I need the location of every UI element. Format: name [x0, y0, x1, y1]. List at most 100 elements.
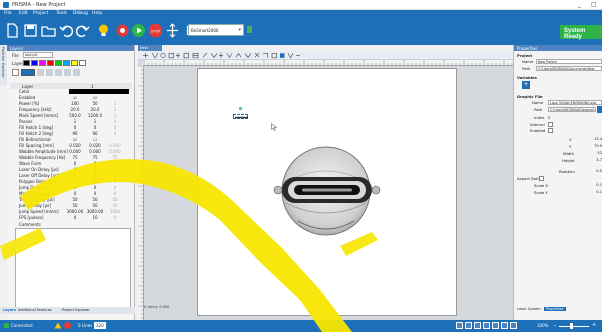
property-value[interactable]: 0: [85, 185, 105, 190]
play-icon[interactable]: [131, 23, 146, 38]
view-button-5[interactable]: [492, 322, 499, 329]
property-value[interactable]: 0.020: [85, 143, 105, 148]
laser-mark-icon[interactable]: [115, 23, 130, 38]
property-value[interactable]: ☐: [85, 137, 105, 142]
property-value[interactable]: 75: [65, 155, 85, 160]
scale-x-value[interactable]: 0.1: [588, 183, 602, 187]
tab-laser-system[interactable]: Laser System: [517, 307, 541, 311]
property-value[interactable]: 75: [105, 155, 125, 160]
property-value[interactable]: 3: [105, 113, 125, 118]
property-value[interactable]: 50: [105, 197, 125, 202]
browse-file-button[interactable]: [597, 106, 602, 113]
property-value[interactable]: 0: [85, 179, 105, 184]
layer-tool-3-icon[interactable]: [55, 69, 62, 76]
width-value[interactable]: 52: [588, 151, 602, 155]
property-value[interactable]: 1200.0: [85, 113, 105, 118]
property-value[interactable]: 50: [65, 203, 85, 208]
tab-project-explorer[interactable]: Project Explorer: [62, 308, 90, 312]
property-value[interactable]: 0: [105, 179, 125, 184]
property-value[interactable]: 100: [65, 101, 85, 106]
swatch-yellow[interactable]: [71, 60, 78, 66]
property-value[interactable]: 1: [85, 119, 105, 124]
property-value[interactable]: 50: [85, 101, 105, 106]
property-value[interactable]: 4: [105, 119, 125, 124]
property-value[interactable]: 0: [65, 185, 85, 190]
layer-tool-1-icon[interactable]: [37, 69, 44, 76]
swatch-blue[interactable]: [31, 60, 38, 66]
stop-icon[interactable]: STOP: [148, 23, 163, 38]
layer-tool-4-icon[interactable]: [64, 69, 71, 76]
move-axis-icon[interactable]: [165, 23, 180, 38]
property-value[interactable]: 0: [85, 125, 105, 130]
swatch-red[interactable]: [47, 60, 54, 66]
file-field[interactable]: last.prt: [23, 52, 53, 58]
menu-debug[interactable]: Debug: [73, 11, 88, 16]
swatch-magenta[interactable]: [39, 60, 46, 66]
menu-file[interactable]: File: [4, 11, 12, 16]
property-value[interactable]: 50: [85, 203, 105, 208]
property-value[interactable]: 0: [85, 167, 105, 172]
property-value[interactable]: 50: [65, 197, 85, 202]
property-value[interactable]: 0: [105, 215, 125, 220]
property-value[interactable]: 0: [105, 167, 125, 172]
property-value[interactable]: 0.000: [105, 149, 125, 154]
property-value[interactable]: 0: [105, 185, 125, 190]
layer-tool-2-icon[interactable]: [46, 69, 53, 76]
property-value[interactable]: 0: [65, 167, 85, 172]
swatch-cyan[interactable]: [63, 60, 70, 66]
property-value[interactable]: 1: [105, 101, 125, 106]
small-graphic-selection[interactable]: [233, 114, 248, 119]
rotation-value[interactable]: 0.0: [588, 169, 602, 173]
view-button-4[interactable]: [483, 322, 490, 329]
property-value[interactable]: 2: [105, 107, 125, 112]
height-value[interactable]: 3.7: [588, 158, 602, 162]
enabled-checkbox[interactable]: [548, 128, 553, 133]
swatch-green[interactable]: [55, 60, 62, 66]
property-value[interactable]: ☑: [65, 137, 85, 142]
property-value[interactable]: 500.0: [65, 113, 85, 118]
property-value[interactable]: 0: [105, 191, 125, 196]
swatch-black[interactable]: [23, 60, 30, 66]
property-value[interactable]: 0: [65, 179, 85, 184]
y-value[interactable]: 79.9: [588, 144, 602, 148]
property-value[interactable]: 0: [85, 161, 105, 166]
menu-edit[interactable]: Edit: [19, 11, 28, 16]
property-value[interactable]: 0: [65, 125, 85, 130]
property-value[interactable]: 0.000: [65, 149, 85, 154]
property-value[interactable]: 0: [65, 191, 85, 196]
tab-additional-features[interactable]: Additional Features: [18, 308, 52, 312]
layer-selected-button[interactable]: [21, 69, 35, 76]
project-name-field[interactable]: New Project: [536, 59, 602, 64]
property-value[interactable]: 3000: [105, 209, 125, 214]
property-value[interactable]: 0: [65, 161, 85, 166]
property-value[interactable]: ☑: [85, 95, 105, 100]
property-value[interactable]: 10: [85, 215, 105, 220]
view-button-1[interactable]: [456, 322, 463, 329]
property-value[interactable]: 0: [105, 161, 125, 166]
maximize-button[interactable]: □: [591, 1, 597, 8]
marking-workarea[interactable]: [197, 68, 457, 316]
graphic-file-path-field[interactable]: C:\Users\BEGRAVA\Desktop\: [548, 107, 596, 112]
view-button-6[interactable]: [501, 322, 508, 329]
side-tab-explorer[interactable]: Explorer: [1, 63, 5, 78]
property-value[interactable]: 50: [105, 203, 125, 208]
comments-textarea[interactable]: [15, 228, 131, 308]
new-file-icon[interactable]: [5, 23, 20, 38]
property-value[interactable]: 0: [105, 173, 125, 178]
property-value[interactable]: 90: [65, 131, 85, 136]
property-value[interactable]: 50: [85, 197, 105, 202]
tab-properties[interactable]: Properties: [543, 307, 566, 311]
project-path-field[interactable]: C:\Users\BEGRAVA\Documents\New: [536, 66, 602, 71]
zoom-out-icon[interactable]: −: [553, 323, 556, 328]
undo-icon[interactable]: [59, 23, 74, 38]
graphic-file-name-field[interactable]: Logo 300dpi ENGRAVING.svg: [548, 100, 602, 105]
property-value[interactable]: 75: [85, 155, 105, 160]
add-variable-button[interactable]: +: [522, 81, 530, 89]
swatch-white[interactable]: [79, 60, 86, 66]
internal-checkbox[interactable]: [548, 122, 553, 127]
property-value[interactable]: 0.020: [65, 143, 85, 148]
minimize-button[interactable]: _: [578, 1, 581, 8]
tab-layers[interactable]: Layers: [3, 308, 16, 312]
property-value[interactable]: 0: [65, 215, 85, 220]
property-value[interactable]: ☑: [65, 95, 85, 100]
